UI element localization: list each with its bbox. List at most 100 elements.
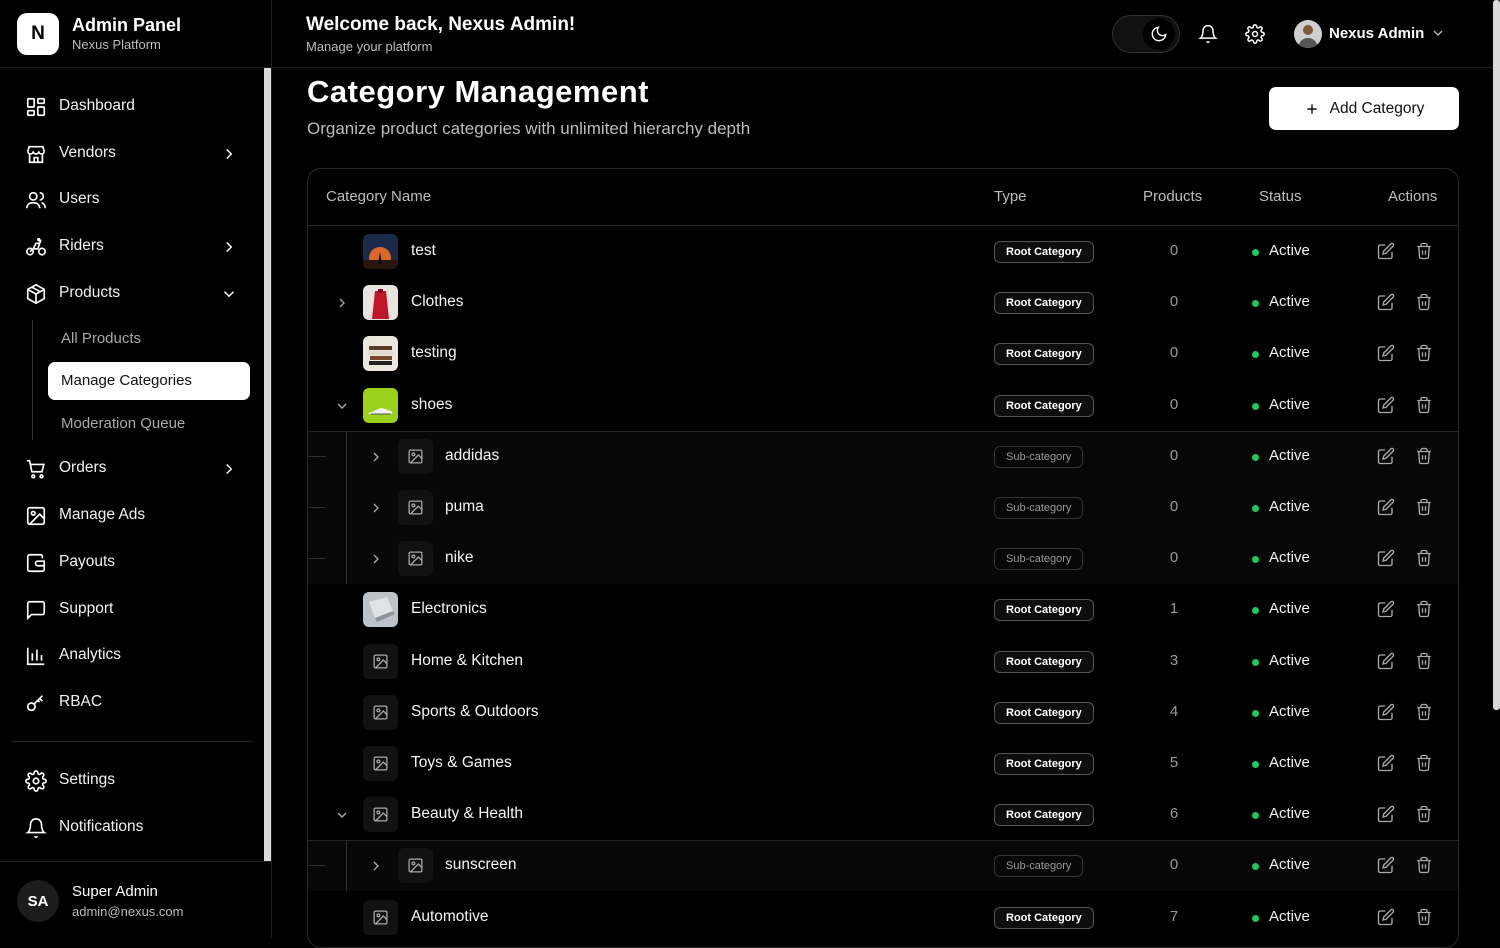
table-row[interactable]: testing Root Category 0 Active [308, 328, 1458, 379]
edit-icon[interactable] [1377, 396, 1395, 414]
sidebar-item-riders[interactable]: Riders [14, 228, 252, 264]
trash-icon[interactable] [1415, 600, 1433, 618]
chevron-down-icon[interactable] [334, 398, 350, 414]
edit-icon[interactable] [1377, 652, 1395, 670]
sidebar-item-notifications[interactable]: Notifications [14, 809, 252, 845]
product-count: 4 [1169, 702, 1179, 720]
trash-icon[interactable] [1415, 498, 1433, 516]
sidebar-item-analytics[interactable]: Analytics [14, 637, 252, 673]
trash-icon[interactable] [1415, 549, 1433, 567]
sidebar-item-rbac[interactable]: RBAC [14, 684, 252, 720]
status-text: Active [1269, 651, 1310, 669]
trash-icon[interactable] [1415, 652, 1433, 670]
sidebar-subitem-all-products[interactable]: All Products [48, 320, 250, 358]
chevron-right-icon[interactable] [334, 295, 350, 311]
avatar: SA [17, 880, 59, 922]
edit-icon[interactable] [1377, 498, 1395, 516]
current-user[interactable]: SA Super Admin admin@nexus.com [0, 861, 272, 938]
sidebar-subitem-moderation-queue[interactable]: Moderation Queue [48, 405, 250, 443]
product-count: 0 [1169, 446, 1179, 464]
sidebar-item-label: Support [59, 600, 114, 617]
edit-icon[interactable] [1377, 600, 1395, 618]
sidebar-item-payouts[interactable]: Payouts [14, 544, 252, 580]
table-row[interactable]: sunscreen Sub-category 0 Active [308, 840, 1458, 892]
table-row[interactable]: Automotive Root Category 7 Active [308, 892, 1458, 943]
sidebar-subitem-manage-categories[interactable]: Manage Categories [48, 362, 250, 400]
category-thumbnail [363, 387, 398, 423]
status-text: Active [1269, 702, 1310, 720]
table-row[interactable]: shoes Root Category 0 Active [308, 380, 1458, 431]
category-name: Beauty & Health [411, 805, 524, 823]
trash-icon[interactable] [1415, 396, 1433, 414]
status-text: Active [1269, 805, 1310, 823]
edit-icon[interactable] [1377, 549, 1395, 567]
theme-toggle[interactable] [1112, 15, 1180, 53]
edit-icon[interactable] [1377, 447, 1395, 465]
tree-connector [308, 455, 326, 457]
chevron-right-icon[interactable] [368, 500, 384, 516]
status-text: Active [1269, 600, 1310, 618]
sidebar-item-label: Orders [59, 459, 107, 476]
sidebar-item-products[interactable]: Products [14, 275, 252, 311]
sidebar-item-users[interactable]: Users [14, 181, 252, 217]
table-row[interactable]: Clothes Root Category 0 Active [308, 277, 1458, 328]
category-thumbnail [363, 592, 398, 628]
product-count: 0 [1169, 549, 1179, 567]
type-badge: Root Category [994, 906, 1094, 929]
table-row[interactable]: Sports & Outdoors Root Category 4 Active [308, 687, 1458, 738]
subnav-guide-line [32, 320, 33, 440]
trash-icon[interactable] [1415, 447, 1433, 465]
status-text: Active [1269, 293, 1310, 311]
product-count: 0 [1169, 856, 1179, 874]
sidebar-item-label: RBAC [59, 693, 103, 710]
trash-icon[interactable] [1415, 856, 1433, 874]
chevron-down-icon [220, 285, 238, 303]
product-count: 0 [1169, 344, 1179, 362]
chevron-down-icon[interactable] [334, 807, 350, 823]
page-scrollbar[interactable] [1493, 0, 1500, 710]
category-name: test [411, 242, 436, 259]
edit-icon[interactable] [1377, 908, 1395, 926]
table-row[interactable]: test Root Category 0 Active [308, 226, 1458, 277]
sidebar-item-manage-ads[interactable]: Manage Ads [14, 497, 252, 533]
table-row[interactable]: Home & Kitchen Root Category 3 Active [308, 636, 1458, 687]
trash-icon[interactable] [1415, 754, 1433, 772]
sidebar-item-support[interactable]: Support [14, 591, 252, 627]
trash-icon[interactable] [1415, 805, 1433, 823]
trash-icon[interactable] [1415, 908, 1433, 926]
chevron-right-icon[interactable] [368, 449, 384, 465]
table-row[interactable]: puma Sub-category 0 Active [308, 482, 1458, 533]
sidebar-item-dashboard[interactable]: Dashboard [14, 88, 252, 124]
edit-icon[interactable] [1377, 856, 1395, 874]
column-header-status: Status [1259, 188, 1302, 205]
profile-menu[interactable]: Nexus Admin [1294, 18, 1454, 50]
edit-icon[interactable] [1377, 703, 1395, 721]
gear-icon[interactable] [1245, 24, 1265, 44]
table-row[interactable]: Electronics Root Category 1 Active [308, 584, 1458, 635]
edit-icon[interactable] [1377, 242, 1395, 260]
trash-icon[interactable] [1415, 242, 1433, 260]
trash-icon[interactable] [1415, 344, 1433, 362]
edit-icon[interactable] [1377, 805, 1395, 823]
table-row[interactable]: addidas Sub-category 0 Active [308, 430, 1458, 482]
sidebar-item-settings[interactable]: Settings [14, 762, 252, 798]
edit-icon[interactable] [1377, 754, 1395, 772]
trash-icon[interactable] [1415, 703, 1433, 721]
trash-icon[interactable] [1415, 293, 1433, 311]
edit-icon[interactable] [1377, 344, 1395, 362]
add-category-button[interactable]: Add Category [1269, 87, 1459, 130]
table-row[interactable]: Toys & Games Root Category 5 Active [308, 738, 1458, 789]
sidebar-item-label: Users [59, 190, 100, 207]
table-row[interactable]: nike Sub-category 0 Active [308, 533, 1458, 585]
sidebar-item-orders[interactable]: Orders [14, 450, 252, 486]
table-row[interactable]: Beauty & Health Root Category 6 Active [308, 789, 1458, 840]
edit-icon[interactable] [1377, 293, 1395, 311]
user-email: admin@nexus.com [72, 904, 184, 919]
sidebar-scrollbar[interactable] [264, 68, 271, 861]
chevron-right-icon[interactable] [368, 858, 384, 874]
message-icon [25, 599, 47, 621]
bell-icon[interactable] [1198, 24, 1218, 44]
sidebar-item-vendors[interactable]: Vendors [14, 135, 252, 171]
chevron-right-icon[interactable] [368, 551, 384, 567]
product-count: 0 [1169, 242, 1179, 259]
